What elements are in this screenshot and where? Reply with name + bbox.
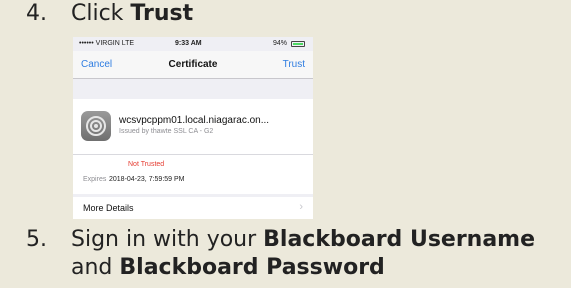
more-details-row[interactable]: More Details › [73,197,313,219]
step-number: 4. [26,1,47,26]
step-emphasis: Trust [130,1,194,26]
chevron-right-icon: › [299,201,303,213]
battery-percent: 94% [272,40,287,47]
certificate-card: wcsvpcppm01.local.niagarac.on... Issued … [73,99,313,194]
step-text: Click [71,1,131,26]
carrier-label: •••••• VIRGIN LTE [79,40,135,47]
navigation-bar: Cancel Certificate Trust [73,51,313,79]
expires-value: 2018-04-23, 7:59:59 PM [109,176,185,183]
status-bar: •••••• VIRGIN LTE 9:33 AM 94% [73,37,313,51]
step-emphasis: Blackboard Password [119,255,385,280]
step-text: and [71,255,120,280]
phone-screenshot: •••••• VIRGIN LTE 9:33 AM 94% Cancel Cer… [73,37,313,219]
more-details-label: More Details [83,203,134,213]
step-emphasis: Blackboard Username [263,227,536,252]
step-text-line2: and Blackboard Password [26,254,535,282]
step-5: 5. Sign in with your Blackboard Username … [26,226,535,282]
divider [73,154,313,155]
trust-button[interactable]: Trust [283,59,305,70]
expires-label: Expires [83,176,107,183]
clock: 9:33 AM [175,40,202,47]
page-title: Certificate [168,59,218,70]
certificate-host: wcsvpcppm01.local.niagarac.on... [119,115,270,126]
step-number: 5. [26,227,47,252]
settings-gear-icon [81,111,111,141]
certificate-issuer: Issued by thawte SSL CA - G2 [119,128,214,135]
trust-status: Not Trusted [128,161,165,168]
battery-icon [291,41,305,47]
step-4: 4. Click Trust [26,0,193,28]
step-text: Sign in with your [71,227,264,252]
